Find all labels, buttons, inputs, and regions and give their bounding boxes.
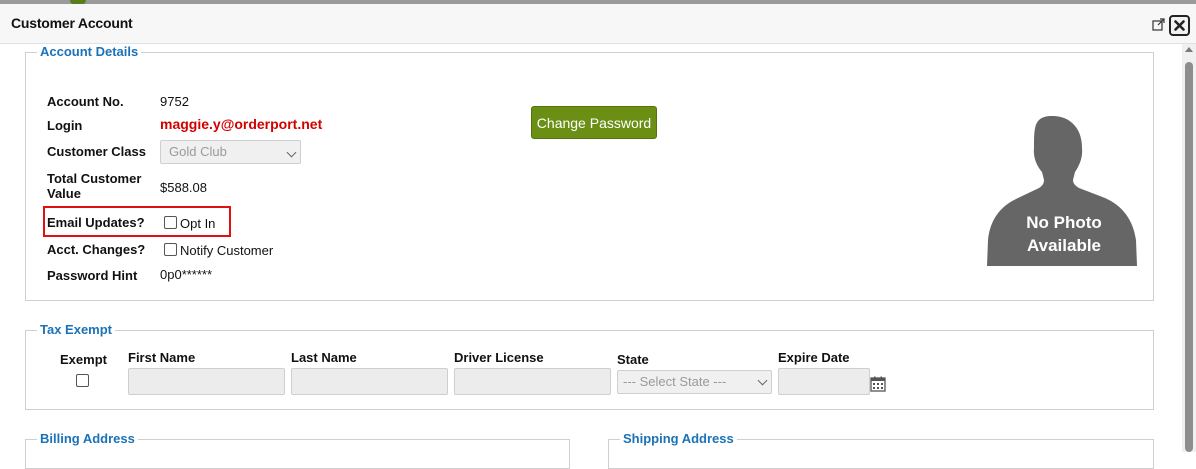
- scroll-thumb[interactable]: [1185, 62, 1193, 452]
- dialog-titlebar: Customer Account: [0, 4, 1196, 44]
- chevron-down-icon: [757, 375, 768, 386]
- customer-class-label: Customer Class: [47, 144, 146, 159]
- email-updates-label: Email Updates?: [47, 215, 145, 230]
- acct-changes-label: Acct. Changes?: [47, 242, 146, 257]
- account-no-value: 9752: [160, 94, 189, 109]
- customer-class-selected: Gold Club: [169, 144, 227, 159]
- opt-in-label[interactable]: Opt In: [180, 216, 215, 231]
- total-customer-value: $588.08: [160, 180, 207, 195]
- no-photo-text-line1: No Photo: [1026, 213, 1102, 232]
- change-password-button[interactable]: Change Password: [531, 106, 657, 139]
- password-hint-value: 0p0******: [160, 267, 213, 282]
- dialog-title: Customer Account: [11, 15, 133, 31]
- customer-class-select[interactable]: Gold Club: [160, 140, 301, 164]
- shipping-address-legend: Shipping Address: [620, 431, 737, 446]
- exempt-checkbox[interactable]: [76, 374, 89, 387]
- account-no-label: Account No.: [47, 94, 124, 109]
- last-name-input[interactable]: [291, 368, 448, 395]
- popout-icon[interactable]: [1152, 18, 1165, 31]
- vertical-scrollbar[interactable]: [1182, 44, 1196, 452]
- notify-customer-label[interactable]: Notify Customer: [180, 243, 273, 258]
- total-customer-value-label-line2: Value: [47, 186, 81, 201]
- no-photo-text: No Photo Available: [990, 211, 1138, 257]
- account-details-legend: Account Details: [37, 44, 142, 59]
- driver-license-input[interactable]: [454, 368, 611, 395]
- scroll-up-arrow-icon[interactable]: [1185, 47, 1193, 52]
- expire-date-label: Expire Date: [778, 350, 850, 365]
- shipping-address-section: Shipping Address: [608, 431, 1154, 469]
- tax-exempt-legend: Tax Exempt: [37, 322, 116, 337]
- exempt-label: Exempt: [60, 352, 107, 367]
- account-details-section: Account Details: [25, 44, 1154, 301]
- first-name-label: First Name: [128, 350, 196, 365]
- state-select[interactable]: --- Select State ---: [617, 370, 772, 394]
- no-photo-text-line2: Available: [1026, 236, 1102, 255]
- state-label: State: [617, 352, 649, 367]
- driver-license-label: Driver License: [454, 350, 544, 365]
- close-icon: [1174, 20, 1185, 31]
- billing-address-section: Billing Address: [25, 431, 570, 469]
- opt-in-checkbox[interactable]: [164, 216, 177, 229]
- last-name-label: Last Name: [291, 350, 357, 365]
- total-customer-value-label-line1: Total Customer: [47, 171, 142, 186]
- expire-date-input[interactable]: [778, 368, 870, 395]
- calendar-icon[interactable]: [870, 376, 886, 392]
- chevron-down-icon: [286, 147, 297, 158]
- login-value: maggie.y@orderport.net: [160, 116, 323, 132]
- close-button[interactable]: [1169, 15, 1190, 36]
- total-customer-value-label: Total Customer Value: [47, 171, 141, 201]
- state-selected: --- Select State ---: [623, 374, 727, 389]
- login-label: Login: [47, 118, 83, 133]
- password-hint-label: Password Hint: [47, 268, 138, 283]
- notify-customer-checkbox[interactable]: [164, 243, 177, 256]
- first-name-input[interactable]: [128, 368, 285, 395]
- billing-address-legend: Billing Address: [37, 431, 138, 446]
